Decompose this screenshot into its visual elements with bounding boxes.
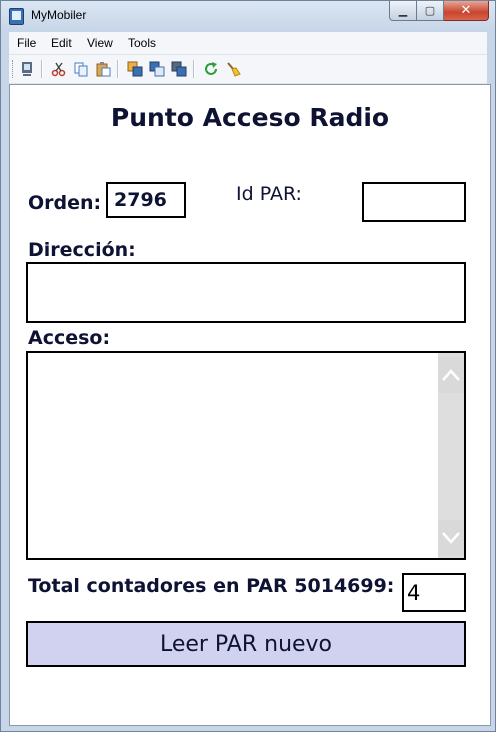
menu-edit[interactable]: Edit bbox=[51, 36, 72, 50]
toolbar-separator bbox=[41, 60, 43, 78]
copy-from-device-icon[interactable] bbox=[149, 61, 165, 77]
toolbar bbox=[9, 55, 487, 84]
idpar-label: Id PAR: bbox=[236, 183, 302, 205]
copy-icon[interactable] bbox=[73, 61, 89, 77]
total-contadores-label: Total contadores en PAR 5014699: bbox=[28, 575, 395, 597]
toolbar-separator bbox=[193, 60, 195, 78]
app-icon bbox=[9, 8, 24, 25]
menu-tools[interactable]: Tools bbox=[128, 36, 156, 50]
acceso-scrollbar[interactable] bbox=[438, 353, 464, 558]
menu-file[interactable]: File bbox=[17, 36, 36, 50]
close-button[interactable]: ✕ bbox=[444, 1, 489, 21]
capture-icon[interactable] bbox=[171, 61, 187, 77]
menu-bar: File Edit View Tools bbox=[9, 32, 487, 55]
refresh-icon[interactable] bbox=[203, 61, 219, 77]
orden-field[interactable]: 2796 bbox=[106, 182, 186, 218]
device-screen: Punto Acceso Radio Orden: 2796 Id PAR: D… bbox=[9, 84, 491, 726]
direccion-label: Dirección: bbox=[28, 239, 136, 261]
scroll-up-button[interactable] bbox=[438, 357, 464, 393]
orden-label: Orden: bbox=[28, 192, 102, 214]
minimize-icon: ▁ bbox=[398, 4, 408, 17]
title-bar[interactable]: MyMobiler ▁ ▢ ✕ bbox=[1, 1, 495, 31]
acceso-label: Acceso: bbox=[28, 327, 111, 349]
toolbar-separator bbox=[117, 60, 119, 78]
maximize-button[interactable]: ▢ bbox=[417, 1, 444, 21]
caption-buttons: ▁ ▢ ✕ bbox=[389, 1, 489, 21]
window-title: MyMobiler bbox=[31, 8, 87, 22]
app-window: MyMobiler ▁ ▢ ✕ File Edit View Tools Pun… bbox=[0, 0, 496, 732]
chevron-down-icon bbox=[442, 532, 460, 544]
scroll-down-button[interactable] bbox=[438, 520, 464, 556]
direccion-field[interactable] bbox=[26, 262, 466, 323]
copy-to-device-icon[interactable] bbox=[127, 61, 143, 77]
maximize-icon: ▢ bbox=[424, 4, 436, 17]
leer-par-nuevo-button[interactable]: Leer PAR nuevo bbox=[26, 621, 466, 667]
paste-icon[interactable] bbox=[95, 61, 111, 77]
menu-view[interactable]: View bbox=[87, 36, 113, 50]
toolbar-grip[interactable] bbox=[12, 60, 15, 78]
total-contadores-field[interactable]: 4 bbox=[402, 573, 466, 612]
clean-icon[interactable] bbox=[225, 61, 241, 77]
leer-par-nuevo-label: Leer PAR nuevo bbox=[159, 631, 333, 657]
cut-icon[interactable] bbox=[51, 61, 67, 77]
orden-value: 2796 bbox=[114, 189, 167, 211]
page-title: Punto Acceso Radio bbox=[110, 103, 390, 132]
idpar-field[interactable] bbox=[362, 182, 466, 222]
minimize-button[interactable]: ▁ bbox=[389, 1, 417, 21]
close-icon: ✕ bbox=[460, 3, 472, 18]
total-contadores-value: 4 bbox=[407, 581, 421, 605]
device-icon[interactable] bbox=[19, 61, 35, 77]
chevron-up-icon bbox=[442, 369, 460, 381]
acceso-textarea[interactable] bbox=[26, 351, 466, 560]
